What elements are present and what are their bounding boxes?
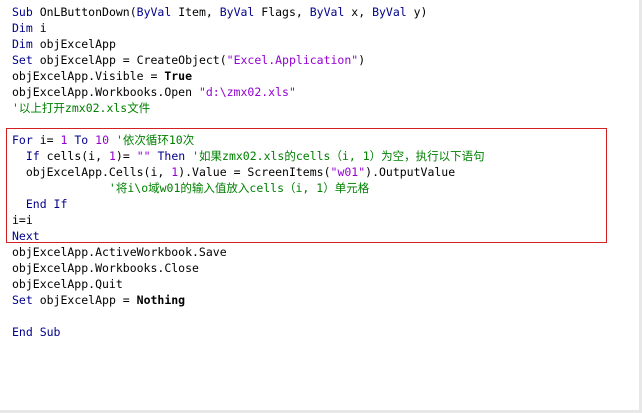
- code-token: objExcelApp.Quit: [12, 277, 123, 291]
- code-token: 1: [108, 149, 116, 163]
- code-token: objExcelApp = CreateObject(: [32, 53, 227, 67]
- code-line[interactable]: objExcelApp.Visible = True: [12, 68, 192, 84]
- code-token: x,: [344, 5, 373, 19]
- code-line[interactable]: objExcelApp.ActiveWorkbook.Save: [12, 244, 227, 260]
- code-token: '如果zmx02.xls的cells（i, 1）为空，执行以下语句: [185, 149, 485, 163]
- code-line[interactable]: End If: [12, 196, 68, 212]
- code-token: objExcelApp.Workbooks.Open: [12, 85, 199, 99]
- code-token: objExcelApp.Workbooks.Close: [12, 261, 199, 275]
- code-token: Dim: [12, 21, 33, 35]
- code-token: '以上打开zmx02.xls文件: [12, 101, 151, 115]
- code-token: i: [32, 21, 47, 35]
- code-line[interactable]: End Sub: [12, 324, 60, 340]
- code-line[interactable]: i=i: [12, 212, 33, 228]
- code-token: Sub: [12, 5, 33, 19]
- code-token: "Excel.Application": [226, 53, 359, 67]
- code-token: ByVal: [136, 5, 172, 19]
- code-line[interactable]: Dim objExcelApp: [12, 36, 116, 52]
- code-token: objExcelApp =: [32, 293, 137, 307]
- code-token: ByVal: [372, 5, 407, 19]
- code-line[interactable]: Set objExcelApp = Nothing: [12, 292, 185, 308]
- code-line[interactable]: objExcelApp.Workbooks.Open "d:\zmx02.xls…: [12, 84, 296, 100]
- code-line[interactable]: '将i\o域w01的输入值放入cells（i, 1）单元格: [12, 180, 369, 196]
- code-token: If: [25, 149, 40, 163]
- code-token: y): [406, 5, 428, 19]
- code-token: "w01": [330, 165, 366, 179]
- code-token: OnLButtonDown(: [32, 5, 137, 19]
- code-token: Nothing: [136, 293, 186, 307]
- code-token: Next: [12, 229, 40, 243]
- code-token: Flags,: [254, 5, 310, 19]
- code-token: ).OutputValue: [365, 165, 456, 179]
- code-line[interactable]: If cells(i, 1)= "" Then '如果zmx02.xls的cel…: [12, 148, 485, 164]
- code-token: i=: [32, 133, 61, 147]
- code-token: For: [12, 133, 33, 147]
- code-token: Item,: [171, 5, 220, 19]
- code-token: "": [136, 149, 151, 163]
- code-token: True: [164, 69, 193, 83]
- code-token: Set: [12, 53, 33, 67]
- code-token: End If: [25, 197, 68, 211]
- code-token: objExcelApp.ActiveWorkbook.Save: [12, 245, 227, 259]
- code-editor[interactable]: Sub OnLButtonDown(ByVal Item, ByVal Flag…: [0, 0, 642, 413]
- code-token: )=: [115, 149, 137, 163]
- code-line[interactable]: objExcelApp.Quit: [12, 276, 123, 292]
- code-token: End Sub: [12, 325, 61, 339]
- code-token: ByVal: [309, 5, 345, 19]
- code-line[interactable]: Dim i: [12, 20, 47, 36]
- code-line[interactable]: Set objExcelApp = CreateObject("Excel.Ap…: [12, 52, 365, 68]
- code-line[interactable]: For i= 1 To 10 '依次循环10次: [12, 132, 194, 148]
- code-token: ).Value = ScreenItems(: [178, 165, 331, 179]
- code-token: "d:\zmx02.xls": [198, 85, 296, 99]
- code-token: Then: [157, 149, 186, 163]
- code-token: cells(i,: [39, 149, 109, 163]
- code-token: objExcelApp.Visible =: [12, 69, 165, 83]
- code-line[interactable]: Sub OnLButtonDown(ByVal Item, ByVal Flag…: [12, 4, 427, 20]
- code-token: ByVal: [219, 5, 255, 19]
- code-line[interactable]: objExcelApp.Workbooks.Close: [12, 260, 199, 276]
- code-line[interactable]: objExcelApp.Cells(i, 1).Value = ScreenIt…: [12, 164, 455, 180]
- code-token: ): [358, 53, 366, 67]
- code-token: i=i: [12, 213, 33, 227]
- code-token: objExcelApp.Cells(i,: [12, 165, 172, 179]
- code-line[interactable]: Next: [12, 228, 40, 244]
- code-token: '依次循环10次: [109, 133, 195, 147]
- code-token: Set: [12, 293, 33, 307]
- code-line[interactable]: '以上打开zmx02.xls文件: [12, 100, 150, 116]
- code-token: 10: [95, 133, 110, 147]
- code-token: To: [74, 133, 89, 147]
- code-token: Dim: [12, 37, 33, 51]
- code-token: '将i\o域w01的输入值放入cells（i, 1）单元格: [12, 181, 370, 195]
- code-token: objExcelApp: [32, 37, 116, 51]
